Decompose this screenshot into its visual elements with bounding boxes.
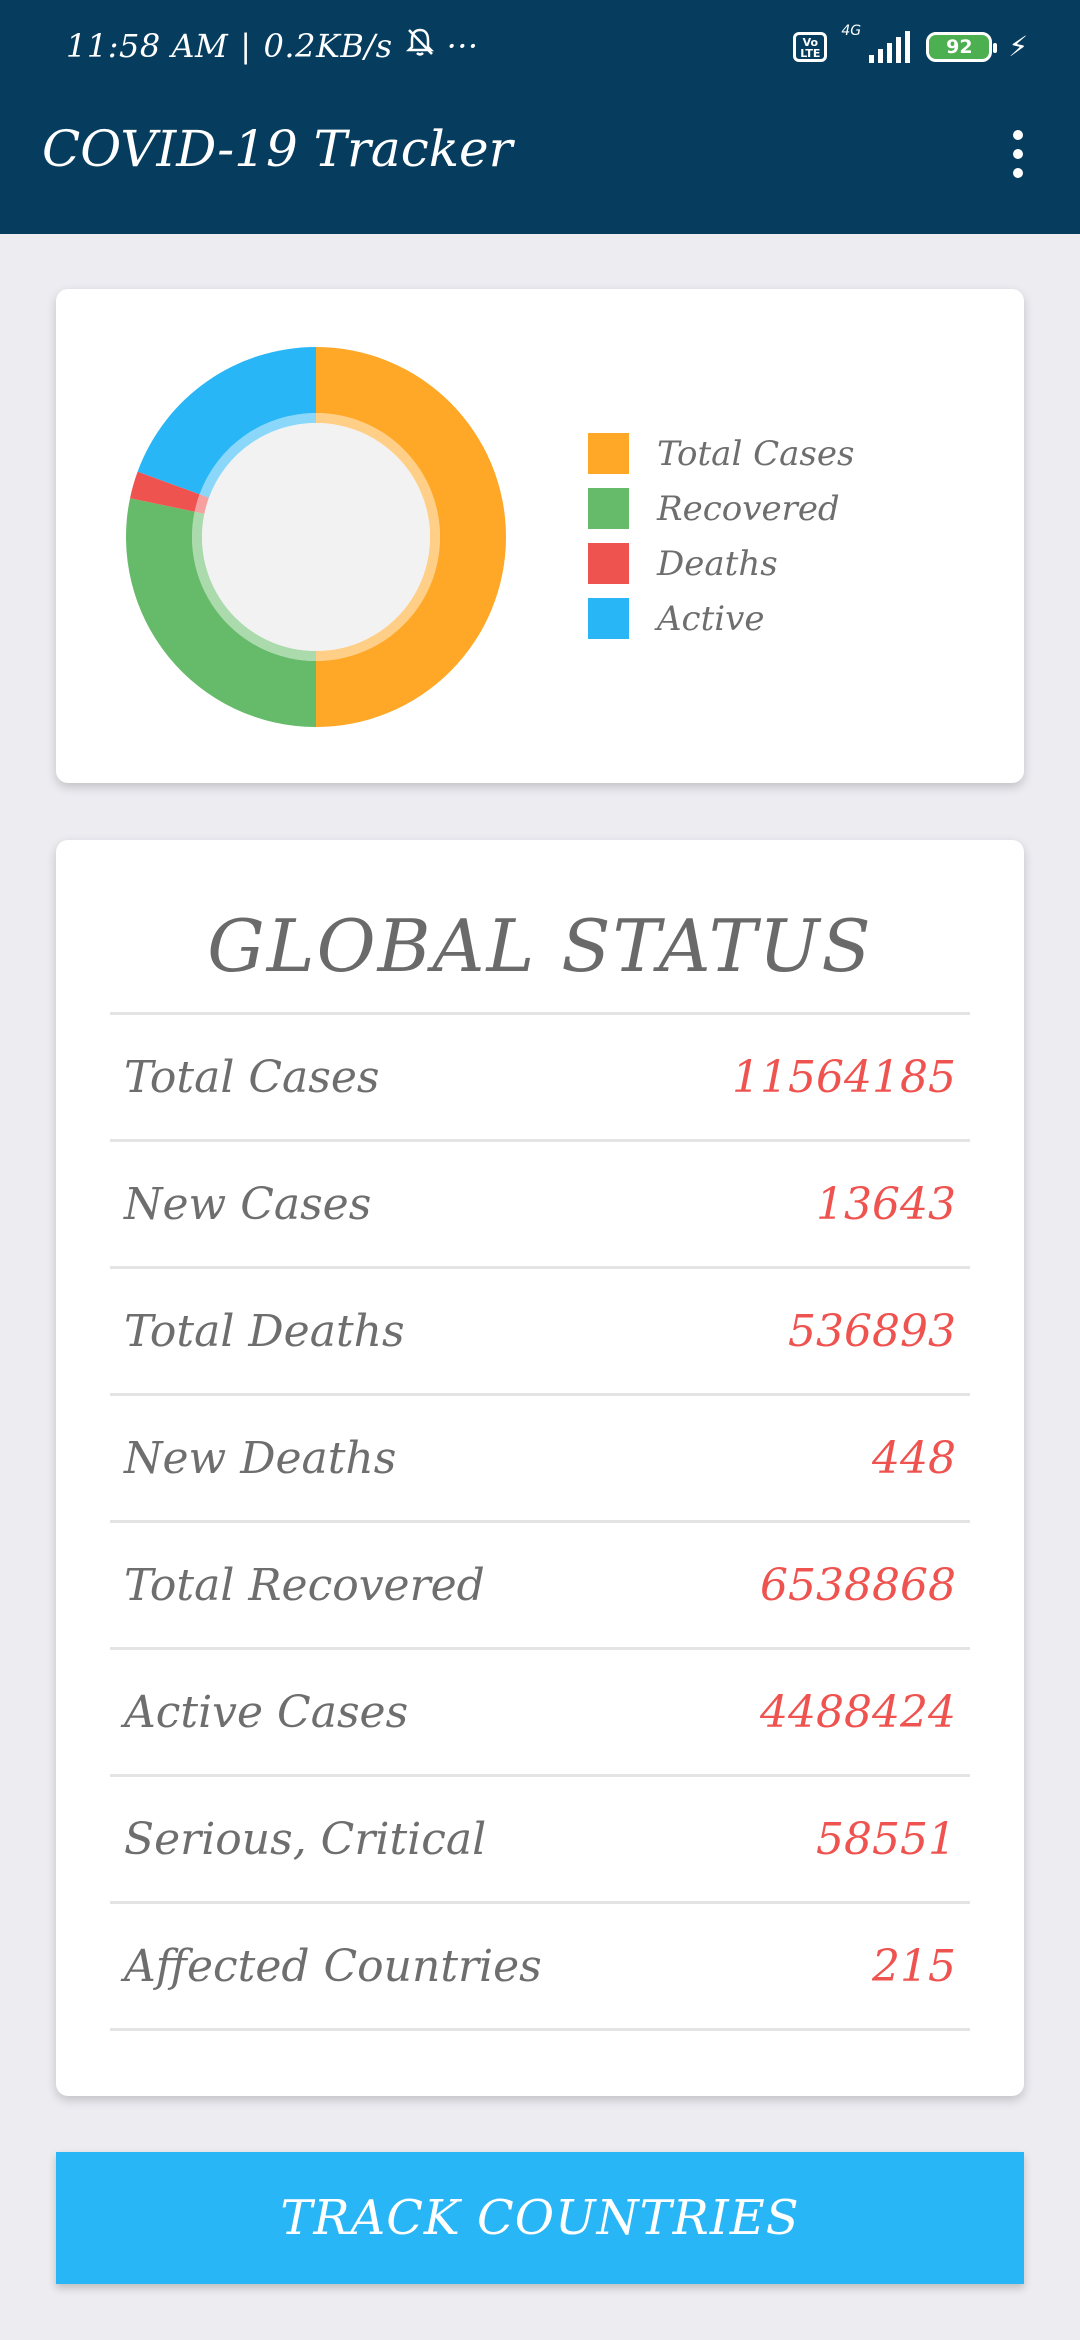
- global-status-title: GLOBAL STATUS: [207, 904, 873, 988]
- row-value: 13643: [816, 1178, 956, 1230]
- status-time: 11:58 AM: [66, 27, 229, 65]
- status-more: ···: [446, 27, 479, 65]
- legend-item-deaths: Deaths: [588, 543, 854, 584]
- battery-icon: 92: [926, 31, 998, 62]
- legend-swatch: [588, 488, 629, 529]
- legend-label: Recovered: [657, 488, 840, 529]
- legend-label: Active: [657, 598, 765, 639]
- status-row-affected-countries: Affected Countries 215: [110, 1904, 970, 2031]
- status-row-total-cases: Total Cases 11564185: [110, 1015, 970, 1142]
- row-label: Total Cases: [124, 1051, 380, 1103]
- row-value: 11564185: [732, 1051, 956, 1103]
- donut-chart: [124, 345, 508, 729]
- status-speed: 0.2KB/s: [263, 27, 393, 65]
- status-row-new-cases: New Cases 13643: [110, 1142, 970, 1269]
- status-bar: 11:58 AM | 0.2KB/s ··· Vo LTE 4G 92 ⚡: [0, 0, 1080, 96]
- row-value: 215: [872, 1940, 956, 1992]
- legend-item-recovered: Recovered: [588, 488, 854, 529]
- status-row-new-deaths: New Deaths 448: [110, 1396, 970, 1523]
- row-value: 4488424: [760, 1686, 956, 1738]
- row-value: 536893: [788, 1305, 956, 1357]
- row-label: New Deaths: [124, 1432, 397, 1484]
- row-value: 448: [872, 1432, 956, 1484]
- charging-icon: ⚡: [1008, 30, 1028, 63]
- donut-hole: [202, 423, 430, 651]
- row-label: Affected Countries: [124, 1940, 542, 1992]
- legend-label: Total Cases: [657, 433, 855, 474]
- status-right: Vo LTE 4G 92 ⚡: [793, 23, 1028, 63]
- legend-swatch: [588, 543, 629, 584]
- app-title: COVID-19 Tracker: [42, 120, 513, 178]
- legend-item-active: Active: [588, 598, 854, 639]
- status-left: 11:58 AM | 0.2KB/s ···: [66, 26, 479, 66]
- signal-icon: 4G: [841, 23, 911, 63]
- row-value: 58551: [816, 1813, 956, 1865]
- row-value: 6538868: [760, 1559, 956, 1611]
- row-label: Total Deaths: [124, 1305, 405, 1357]
- legend-swatch: [588, 598, 629, 639]
- status-row-active-cases: Active Cases 4488424: [110, 1650, 970, 1777]
- volte-icon: Vo LTE: [793, 31, 828, 62]
- status-row-serious-critical: Serious, Critical 58551: [110, 1777, 970, 1904]
- status-row-total-deaths: Total Deaths 536893: [110, 1269, 970, 1396]
- track-countries-button[interactable]: TRACK COUNTRIES: [56, 2152, 1024, 2284]
- global-status-card: GLOBAL STATUS Total Cases 11564185 New C…: [56, 840, 1024, 2096]
- muted-bell-icon: [405, 26, 435, 66]
- row-label: Active Cases: [124, 1686, 409, 1738]
- status-table: Total Cases 11564185 New Cases 13643 Tot…: [110, 1012, 970, 2031]
- legend-label: Deaths: [657, 543, 778, 584]
- donut-chart-svg: [125, 347, 506, 727]
- chart-legend: Total Cases Recovered Deaths Active: [588, 433, 854, 639]
- row-label: Total Recovered: [124, 1559, 485, 1611]
- network-type: 4G: [841, 22, 862, 39]
- chart-card: Total Cases Recovered Deaths Active: [56, 289, 1024, 783]
- more-vert-icon[interactable]: [998, 124, 1038, 184]
- row-label: Serious, Critical: [124, 1813, 487, 1865]
- app-bar: 11:58 AM | 0.2KB/s ··· Vo LTE 4G 92 ⚡ CO…: [0, 0, 1080, 234]
- row-label: New Cases: [124, 1178, 372, 1230]
- legend-swatch: [588, 433, 629, 474]
- legend-item-total-cases: Total Cases: [588, 433, 854, 474]
- status-row-total-recovered: Total Recovered 6538868: [110, 1523, 970, 1650]
